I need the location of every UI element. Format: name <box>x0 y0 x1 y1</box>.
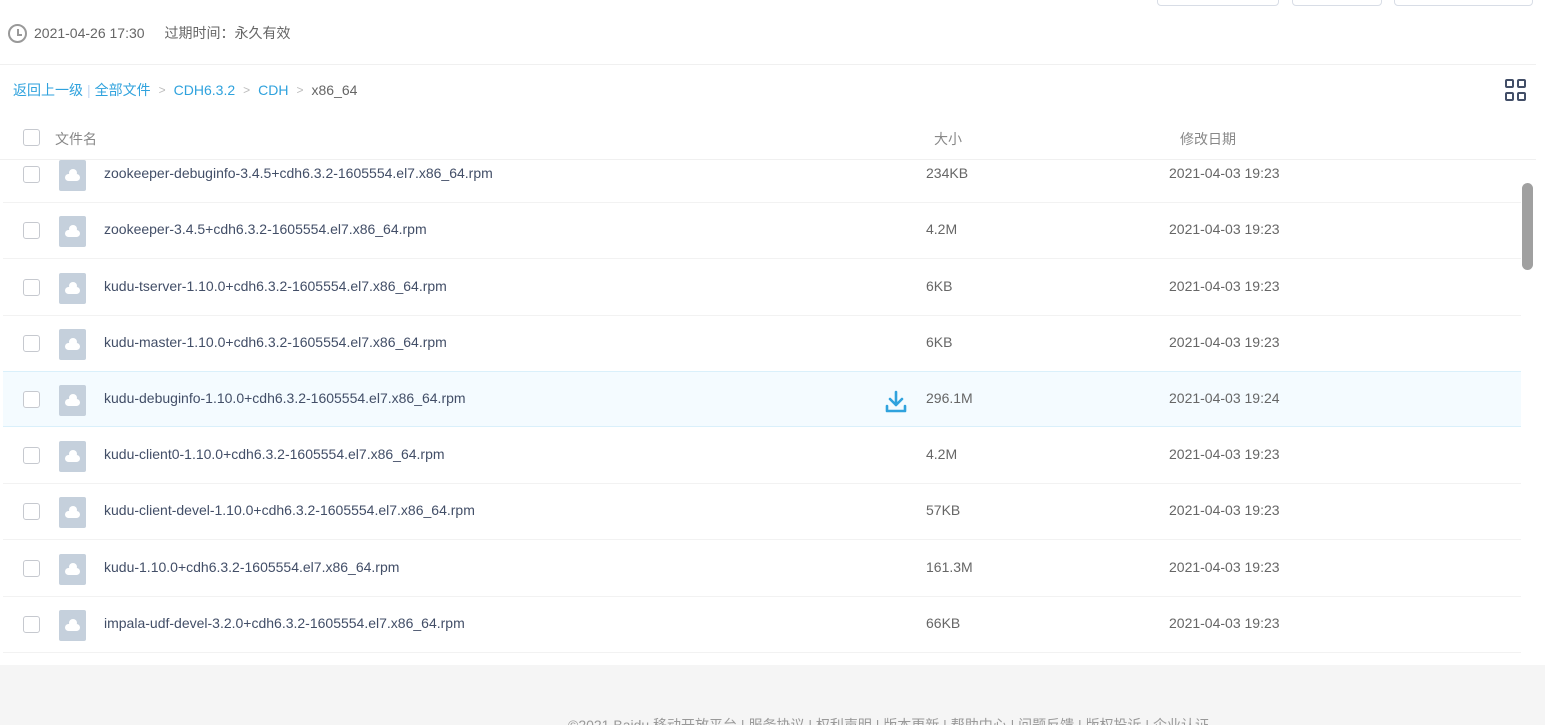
file-icon <box>59 441 86 472</box>
row-checkbox[interactable] <box>23 447 40 464</box>
breadcrumb-separator: > <box>158 83 166 97</box>
file-date: 2021-04-03 19:23 <box>1169 278 1280 294</box>
breadcrumb-separator: > <box>243 83 251 97</box>
select-all-checkbox[interactable] <box>23 129 40 146</box>
file-size: 234KB <box>926 165 969 181</box>
file-icon <box>59 497 86 528</box>
file-size: 57KB <box>926 502 961 518</box>
file-row[interactable]: kudu-client-devel-1.10.0+cdh6.3.2-160555… <box>3 484 1521 540</box>
file-icon <box>59 385 86 416</box>
row-checkbox[interactable] <box>23 391 40 408</box>
footer-links[interactable]: ©2021 Baidu 移动开放平台 | 服务协议 | 权利声明 | 版本更新 … <box>568 715 1209 725</box>
row-checkbox[interactable] <box>23 166 40 183</box>
file-date: 2021-04-03 19:23 <box>1169 615 1280 631</box>
file-size: 4.2M <box>926 446 958 462</box>
file-row[interactable]: kudu-1.10.0+cdh6.3.2-1605554.el7.x86_64.… <box>3 541 1521 597</box>
share-meta: 2021-04-26 17:30 过期时间：永久有效 <box>8 22 291 44</box>
breadcrumb: 返回上一级 | 全部文件 > CDH6.3.2 > CDH > x86_64 <box>13 80 357 100</box>
row-checkbox[interactable] <box>23 616 40 633</box>
column-header-size[interactable]: 大小 <box>934 129 962 149</box>
breadcrumb-item-cdh[interactable]: CDH <box>258 82 288 98</box>
file-name[interactable]: kudu-client-devel-1.10.0+cdh6.3.2-160555… <box>104 502 475 518</box>
share-created-date: 2021-04-26 17:30 <box>34 25 145 41</box>
file-name[interactable]: zookeeper-3.4.5+cdh6.3.2-1605554.el7.x86… <box>104 221 427 237</box>
file-icon <box>59 160 86 191</box>
file-name[interactable]: kudu-master-1.10.0+cdh6.3.2-1605554.el7.… <box>104 334 447 350</box>
file-size: 6KB <box>926 334 953 350</box>
breadcrumb-current: x86_64 <box>311 82 358 98</box>
file-name[interactable]: impala-udf-devel-3.2.0+cdh6.3.2-1605554.… <box>104 615 465 631</box>
file-icon <box>59 273 86 304</box>
file-list-header: 文件名 大小 修改日期 <box>0 116 1536 160</box>
row-checkbox[interactable] <box>23 222 40 239</box>
file-icon <box>59 554 86 585</box>
column-header-date[interactable]: 修改日期 <box>1180 129 1236 149</box>
scrollbar-thumb[interactable] <box>1522 183 1533 270</box>
file-icon <box>59 610 86 641</box>
file-date: 2021-04-03 19:23 <box>1169 559 1280 575</box>
share-expiry: 过期时间：永久有效 <box>164 25 291 41</box>
file-size: 161.3M <box>926 559 973 575</box>
toolbar-button[interactable] <box>1292 0 1382 6</box>
file-row[interactable]: kudu-tserver-1.10.0+cdh6.3.2-1605554.el7… <box>3 260 1521 316</box>
file-list: zookeeper-debuginfo-3.4.5+cdh6.3.2-16055… <box>0 147 1521 653</box>
file-date: 2021-04-03 19:23 <box>1169 165 1280 181</box>
file-row[interactable]: impala-udf-devel-3.2.0+cdh6.3.2-1605554.… <box>3 597 1521 653</box>
column-header-name[interactable]: 文件名 <box>55 129 97 149</box>
file-size: 6KB <box>926 278 953 294</box>
file-date: 2021-04-03 19:23 <box>1169 502 1280 518</box>
file-row[interactable]: zookeeper-3.4.5+cdh6.3.2-1605554.el7.x86… <box>3 203 1521 259</box>
file-date: 2021-04-03 19:23 <box>1169 446 1280 462</box>
divider <box>0 64 1536 65</box>
file-date: 2021-04-03 19:23 <box>1169 334 1280 350</box>
file-size: 296.1M <box>926 390 973 406</box>
file-size: 4.2M <box>926 221 958 237</box>
row-checkbox[interactable] <box>23 560 40 577</box>
file-date: 2021-04-03 19:23 <box>1169 221 1280 237</box>
file-name[interactable]: zookeeper-debuginfo-3.4.5+cdh6.3.2-16055… <box>104 165 493 181</box>
toolbar-button[interactable] <box>1157 0 1279 6</box>
file-row-hovered[interactable]: kudu-debuginfo-1.10.0+cdh6.3.2-1605554.e… <box>3 371 1521 427</box>
breadcrumb-item-all-files[interactable]: 全部文件 <box>95 80 151 100</box>
breadcrumb-separator: > <box>296 83 304 97</box>
back-link[interactable]: 返回上一级 <box>13 80 83 100</box>
file-size: 66KB <box>926 615 961 631</box>
toolbar-button[interactable] <box>1394 0 1533 6</box>
file-name[interactable]: kudu-1.10.0+cdh6.3.2-1605554.el7.x86_64.… <box>104 559 399 575</box>
file-row[interactable]: kudu-client0-1.10.0+cdh6.3.2-1605554.el7… <box>3 428 1521 484</box>
breadcrumb-pipe: | <box>87 82 91 98</box>
row-checkbox[interactable] <box>23 503 40 520</box>
file-name[interactable]: kudu-client0-1.10.0+cdh6.3.2-1605554.el7… <box>104 446 445 462</box>
download-icon[interactable] <box>885 390 907 414</box>
top-toolbar <box>0 0 1545 6</box>
clock-icon <box>8 23 27 43</box>
file-row[interactable]: kudu-master-1.10.0+cdh6.3.2-1605554.el7.… <box>3 316 1521 372</box>
footer: ©2021 Baidu 移动开放平台 | 服务协议 | 权利声明 | 版本更新 … <box>0 665 1545 725</box>
file-name[interactable]: kudu-debuginfo-1.10.0+cdh6.3.2-1605554.e… <box>104 390 466 406</box>
file-date: 2021-04-03 19:24 <box>1169 390 1280 406</box>
breadcrumb-item-cdh632[interactable]: CDH6.3.2 <box>174 82 235 98</box>
file-icon <box>59 329 86 360</box>
row-checkbox[interactable] <box>23 335 40 352</box>
grid-view-icon[interactable] <box>1505 79 1527 101</box>
file-icon <box>59 216 86 247</box>
row-checkbox[interactable] <box>23 279 40 296</box>
file-name[interactable]: kudu-tserver-1.10.0+cdh6.3.2-1605554.el7… <box>104 278 447 294</box>
